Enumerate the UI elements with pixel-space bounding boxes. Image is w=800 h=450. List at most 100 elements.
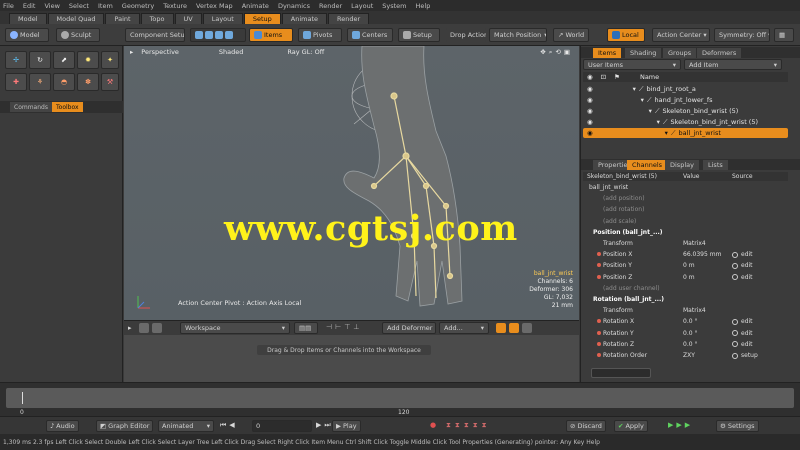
weight-tool-button[interactable]: ◓ (53, 73, 75, 91)
tab-model-quad[interactable]: Model Quad (47, 13, 105, 24)
match-position-dropdown[interactable]: Match Position▾ (489, 28, 547, 42)
channel-value[interactable]: 66.0395 mm (683, 251, 721, 258)
expand-caret-icon[interactable]: ▾ (665, 129, 668, 137)
ik-tool-button[interactable]: ⚒ (101, 73, 119, 91)
centers-mode-button[interactable]: Centers (347, 28, 393, 42)
deform-tool-button[interactable]: ✽ (77, 73, 99, 91)
channel-value[interactable]: Matrix4 (683, 240, 706, 247)
pin-tool-button[interactable]: ⬈ (53, 51, 75, 69)
keyframe-ring-icon[interactable] (732, 251, 738, 258)
selection-mode-icons[interactable] (190, 28, 246, 42)
menu-item-animate[interactable]: Animate (242, 2, 269, 10)
animated-dropdown[interactable]: Animated ▾ (158, 420, 214, 432)
channel-value[interactable]: 0.0 ° (683, 341, 697, 348)
graph-editor-button[interactable]: ◩ Graph Editor (96, 420, 154, 432)
schematic-icon[interactable] (139, 323, 149, 333)
channel-value[interactable]: 0.0 ° (683, 330, 697, 337)
world-button[interactable]: ↗ World (553, 28, 589, 42)
menu-item-system[interactable]: System (382, 2, 406, 10)
link-mode-icon[interactable] (509, 323, 519, 333)
menu-item-geometry[interactable]: Geometry (122, 2, 154, 10)
add-deformer-button[interactable]: Add Deformer (382, 322, 436, 334)
symmetry-dropdown[interactable]: Symmetry: Off▾ (714, 28, 770, 42)
node-mode-icon[interactable] (496, 323, 506, 333)
align-icons[interactable]: ⊣⊢⊤⊥ (326, 323, 362, 331)
transform-tool-button[interactable]: ✢ (5, 51, 27, 69)
tab-commands[interactable]: Commands (10, 102, 52, 112)
tab-shading[interactable]: Shading (625, 48, 662, 58)
menu-item-item[interactable]: Item (98, 2, 113, 10)
menu-item-help[interactable]: Help (416, 2, 431, 10)
keyframe-ring-icon[interactable] (732, 341, 738, 348)
channel-value[interactable]: ZXY (683, 352, 695, 359)
sculpt-mode-button[interactable]: Sculpt (56, 28, 100, 42)
item-filter-dropdown[interactable]: User Items ▾ (583, 59, 681, 70)
channel-row[interactable]: Rotation (ball_jnt_...) (583, 295, 788, 304)
keyframe-ring-icon[interactable] (732, 318, 738, 325)
filter-icon[interactable] (522, 323, 532, 333)
apply-button[interactable]: ✔ Apply (614, 420, 648, 432)
channel-row[interactable]: (add user channel) (583, 284, 788, 293)
rotate-tool-button[interactable]: ↻ (29, 51, 51, 69)
tab-deformers[interactable]: Deformers (697, 48, 742, 58)
menu-item-select[interactable]: Select (69, 2, 89, 10)
tab-items[interactable]: Items (593, 48, 622, 58)
channel-row[interactable]: Position Y 0 m edit (583, 261, 788, 270)
joint-tool-button[interactable]: ✚ (5, 73, 27, 91)
timeline-track[interactable] (6, 388, 794, 408)
record-icon[interactable]: ● (430, 421, 436, 429)
keyframe-ring-icon[interactable] (732, 262, 738, 269)
items-mode-button[interactable]: Items (249, 28, 293, 42)
model-mode-button[interactable]: Model (5, 28, 49, 42)
menu-item-layout[interactable]: Layout (351, 2, 373, 10)
channel-value[interactable]: Matrix4 (683, 307, 706, 314)
channel-value[interactable]: 0 m (683, 274, 695, 281)
channel-row[interactable]: Rotation Order ZXY setup (583, 351, 788, 360)
visibility-eye-icon[interactable]: ◉ (587, 96, 593, 104)
local-button[interactable]: Local (607, 28, 645, 42)
menu-item-vertex-map[interactable]: Vertex Map (196, 2, 233, 10)
channel-row[interactable]: (add scale) (583, 217, 788, 226)
channel-row[interactable]: Transform Matrix4 (583, 306, 788, 315)
tab-groups[interactable]: Groups (663, 48, 697, 58)
tab-render[interactable]: Render (328, 13, 370, 24)
channel-row[interactable]: Rotation Z 0.0 ° edit (583, 340, 788, 349)
node-icon[interactable] (152, 323, 162, 333)
edge-mode-icon[interactable] (205, 31, 213, 39)
channel-row[interactable]: Position (ball_jnt_...) (583, 228, 788, 237)
menu-item-dynamics[interactable]: Dynamics (278, 2, 310, 10)
tab-uv[interactable]: UV (174, 13, 202, 24)
item-row[interactable]: ◉ ▾ ⟋ hand_jnt_lower_fs (583, 95, 788, 105)
timeline[interactable]: 0 120 (0, 382, 800, 416)
tab-paint[interactable]: Paint (105, 13, 140, 24)
tab-lists[interactable]: Lists (703, 160, 728, 170)
action-center-dropdown[interactable]: Action Center ▾ (652, 28, 710, 42)
frame-field[interactable]: 0 (252, 420, 312, 432)
channel-row[interactable]: Transform Matrix4 (583, 239, 788, 248)
tab-animate[interactable]: Animate (281, 13, 328, 24)
settings-button[interactable]: ⚙ Settings (716, 420, 759, 432)
material-mode-icon[interactable] (225, 31, 233, 39)
channel-row[interactable]: (add position) (583, 194, 788, 203)
3d-viewport[interactable]: ▸ Perspective Shaded Ray GL: Off ✥⌕⟲▣ ww… (124, 46, 579, 320)
play-button[interactable]: ▶ Play (332, 420, 361, 432)
layout-grid-button[interactable]: ▤▤ (294, 322, 318, 334)
channel-row[interactable]: Rotation X 0.0 ° edit (583, 317, 788, 326)
channel-row[interactable]: Rotation Y 0.0 ° edit (583, 329, 788, 338)
apply-options-icons[interactable]: ▶▶▶ (668, 421, 693, 429)
key-icons[interactable]: ⧗⧗⧗⧗⧗ (446, 421, 491, 430)
tab-display[interactable]: Display (665, 160, 699, 170)
menu-item-view[interactable]: View (44, 2, 59, 10)
expand-caret-icon[interactable]: ▾ (649, 107, 652, 115)
playhead[interactable] (22, 392, 23, 404)
audio-button[interactable]: ♪ Audio (46, 420, 79, 432)
tab-topo[interactable]: Topo (140, 13, 174, 24)
add-item-dropdown[interactable]: Add Item ▾ (684, 59, 782, 70)
item-row[interactable]: ◉ ▾ ⟋ Skeleton_bind_jnt_wrist (5) (583, 117, 788, 127)
visibility-eye-icon[interactable]: ◉ (587, 85, 593, 93)
menu-item-texture[interactable]: Texture (163, 2, 187, 10)
expand-caret-icon[interactable]: ▾ (657, 118, 660, 126)
item-row[interactable]: ◉ ▾ ⟋ bind_jnt_root_a (583, 84, 788, 94)
workspace-dropdown[interactable]: Workspace ▾ (180, 322, 290, 334)
tab-toolbox[interactable]: Toolbox (52, 102, 83, 112)
